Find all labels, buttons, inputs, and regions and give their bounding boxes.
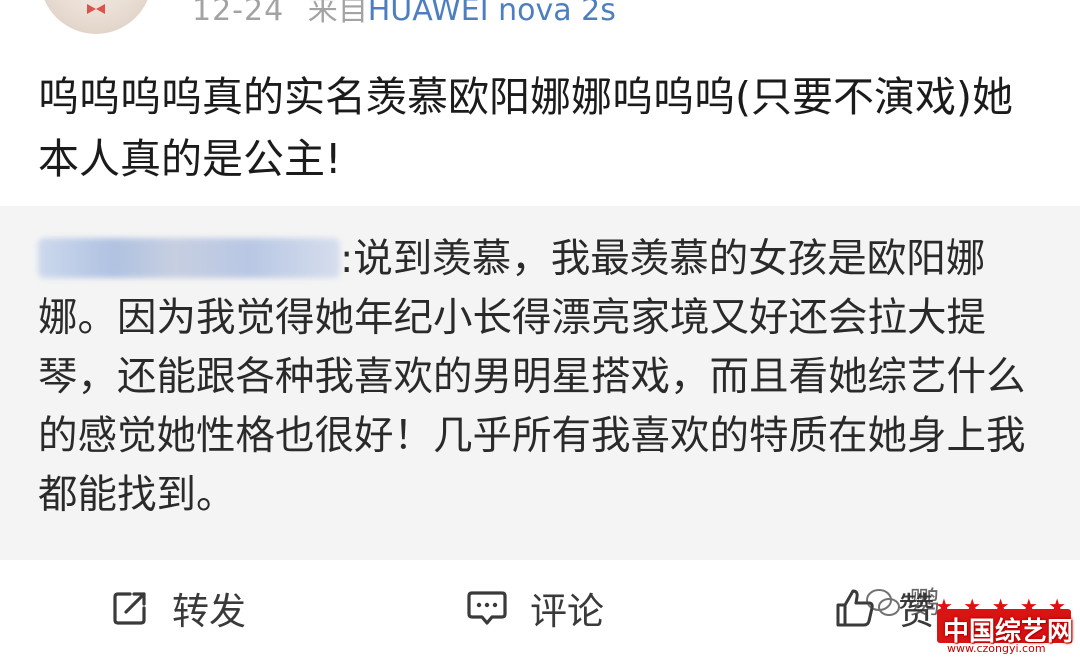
- wechat-watermark: 鹦: [866, 578, 940, 622]
- repost-label: 转发: [172, 590, 246, 633]
- comment-button[interactable]: 评论: [466, 580, 604, 636]
- post-meta: 12-24 来自HUAWEI nova 2s: [192, 0, 616, 34]
- post-time: 12-24: [192, 0, 285, 28]
- watermark-site-url: www.czongyi.com: [947, 642, 1046, 655]
- share-external-icon: [113, 592, 146, 625]
- post-text: 呜呜呜呜真的实名羡慕欧阳娜娜呜呜呜(只要不演戏)她本人真的是公主!: [38, 73, 1013, 183]
- quoted-post-text: :说到羡慕，我最羡慕的女孩是欧阳娜娜。因为我觉得她年纪小长得漂亮家境又好还会拉大…: [38, 236, 1026, 518]
- user-avatar[interactable]: [40, 0, 152, 34]
- quoted-username-blurred[interactable]: [38, 238, 340, 278]
- quoted-post-body: :说到羡慕，我最羡慕的女孩是欧阳娜娜。因为我觉得她年纪小长得漂亮家境又好还会拉大…: [38, 230, 1048, 525]
- wechat-logo-icon: [866, 589, 900, 616]
- post-source-prefix: 来自: [307, 0, 368, 28]
- avatar-bow-icon: [87, 4, 105, 14]
- quoted-post[interactable]: :说到羡慕，我最羡慕的女孩是欧阳娜娜。因为我觉得她年纪小长得漂亮家境又好还会拉大…: [0, 206, 1080, 560]
- comment-label: 评论: [530, 590, 604, 633]
- site-watermark: ★ ★ ★ ★ ★ 中国综艺网 www.czongyi.com: [935, 595, 1075, 655]
- repost-button[interactable]: 转发: [110, 580, 246, 636]
- post-source-device-link[interactable]: HUAWEI nova 2s: [368, 0, 616, 28]
- comment-bubble-icon: [467, 591, 507, 625]
